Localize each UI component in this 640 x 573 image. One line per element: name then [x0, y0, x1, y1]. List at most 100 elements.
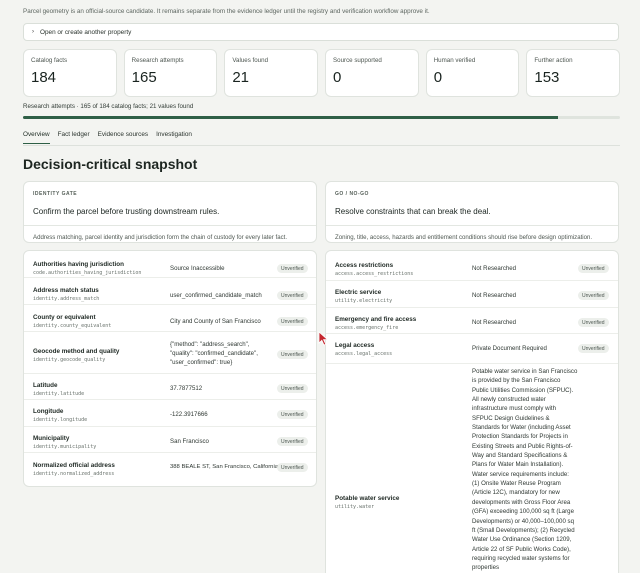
status-badge: Unverified	[277, 350, 308, 359]
page-title: Decision-critical snapshot	[23, 156, 198, 172]
fact-key: utility.water	[335, 504, 375, 510]
fact-label: Potable water service	[335, 495, 400, 502]
identity-facts-table: Authorities having jurisdiction code.aut…	[23, 250, 317, 487]
table-row[interactable]: County or equivalent identity.county_equ…	[24, 305, 316, 332]
gate-heading: Resolve constraints that can break the d…	[335, 207, 491, 216]
table-row[interactable]: Potable water service utility.water Pota…	[326, 364, 618, 573]
fact-value: 388 BEALE ST, San Francisco, California	[170, 464, 279, 470]
fact-value: -122.3917666	[170, 411, 208, 418]
stat-further-action: Further action 153	[526, 49, 621, 97]
progress-fill	[23, 116, 559, 119]
fact-value: Not Researched	[472, 292, 517, 299]
fact-key: identity.county_equivalent	[33, 323, 112, 329]
table-row[interactable]: Geocode method and quality identity.geoc…	[24, 332, 316, 374]
fact-label: Municipality	[33, 435, 70, 442]
fact-key: identity.latitude	[33, 391, 85, 397]
stat-label: Catalog facts	[31, 57, 68, 64]
fact-key: access.emergency_fire	[335, 325, 399, 331]
status-badge: Unverified	[277, 463, 308, 472]
identity-gate-card: IDENTITY GATE Confirm the parcel before …	[23, 181, 317, 243]
fact-value: 37.7877512	[170, 385, 203, 392]
fact-key: identity.municipality	[33, 444, 97, 450]
divider	[326, 225, 618, 226]
go-no-go-card: GO / NO-GO Resolve constraints that can …	[325, 181, 619, 243]
fact-value: user_confirmed_candidate_match	[170, 292, 262, 299]
status-badge: Unverified	[277, 264, 308, 273]
stat-value: 0	[333, 69, 342, 86]
tab-fact-ledger[interactable]: Fact ledger	[58, 131, 90, 144]
fact-label: Legal access	[335, 342, 375, 349]
fact-label: County or equivalent	[33, 314, 96, 321]
fact-key: identity.geocode_quality	[33, 357, 106, 363]
open-property-label: Open or create another property	[40, 28, 132, 36]
status-badge: Unverified	[578, 291, 609, 300]
fact-value: City and County of San Francisco	[170, 318, 261, 325]
stat-label: Further action	[534, 57, 573, 64]
fact-key: access.access_restrictions	[335, 271, 414, 277]
stat-value: 184	[31, 69, 57, 86]
fact-key: code.authorities_having_jurisdiction	[33, 270, 142, 276]
gate-heading: Confirm the parcel before trusting downs…	[33, 207, 220, 216]
status-badge: Unverified	[277, 410, 308, 419]
table-row[interactable]: Authorities having jurisdiction code.aut…	[24, 251, 316, 278]
stat-human-verified: Human verified 0	[425, 49, 520, 97]
fact-value: {"method": "address_search", "quality": …	[170, 341, 258, 367]
status-badge: Unverified	[277, 291, 308, 300]
status-badge: Unverified	[277, 384, 308, 393]
stat-source-supported: Source supported 0	[325, 49, 419, 97]
tab-evidence-sources[interactable]: Evidence sources	[98, 131, 148, 144]
table-row[interactable]: Normalized official address identity.nor…	[24, 453, 316, 486]
status-badge: Unverified	[277, 317, 308, 326]
gate-description: Zoning, title, access, hazards and entit…	[335, 234, 593, 241]
stat-values-found: Values found 21	[224, 49, 319, 97]
table-row[interactable]: Legal access access.legal_access Private…	[326, 334, 618, 364]
table-row[interactable]: Access restrictions access.access_restri…	[326, 251, 618, 281]
fact-value: Private Document Required	[472, 345, 547, 352]
tab-bar: Overview Fact ledger Evidence sources In…	[23, 131, 192, 144]
table-row[interactable]: Latitude identity.latitude 37.7877512 Un…	[24, 374, 316, 400]
stat-label: Source supported	[333, 57, 382, 64]
parcel-notice: Parcel geometry is an official-source ca…	[23, 8, 430, 15]
table-row[interactable]: Longitude identity.longitude -122.391766…	[24, 400, 316, 427]
fact-label: Latitude	[33, 382, 58, 389]
stat-value: 165	[131, 69, 157, 86]
gate-eyebrow: IDENTITY GATE	[33, 191, 78, 197]
status-badge: Unverified	[578, 318, 609, 327]
fact-key: utility.electricity	[335, 298, 393, 304]
stat-label: Values found	[232, 57, 269, 64]
gate-description: Address matching, parcel identity and ju…	[33, 234, 288, 241]
divider	[24, 225, 316, 226]
fact-label: Geocode method and quality	[33, 348, 120, 355]
progress-label: Research attempts · 165 of 184 catalog f…	[23, 103, 194, 110]
fact-value: Not Researched	[472, 265, 517, 272]
fact-value: Source Inaccessible	[170, 265, 225, 272]
fact-label: Authorities having jurisdiction	[33, 261, 124, 268]
research-progress-bar	[23, 116, 620, 119]
constraint-facts-table: Access restrictions access.access_restri…	[325, 250, 619, 573]
stat-research-attempts: Research attempts 165	[123, 49, 218, 97]
fact-key: access.legal_access	[335, 351, 393, 357]
stat-value: 0	[433, 69, 443, 86]
fact-label: Normalized official address	[33, 462, 115, 469]
fact-key: identity.longitude	[33, 417, 88, 423]
table-row[interactable]: Emergency and fire access access.emergen…	[326, 308, 618, 334]
stats-row: Catalog facts 184 Research attempts 165 …	[23, 49, 621, 97]
stat-label: Human verified	[433, 57, 476, 64]
table-row[interactable]: Address match status identity.address_ma…	[24, 278, 316, 305]
stat-catalog-facts: Catalog facts 184	[23, 49, 117, 97]
fact-label: Emergency and fire access	[335, 316, 417, 323]
stat-label: Research attempts	[131, 57, 184, 64]
stat-value: 21	[232, 69, 250, 86]
tab-overview[interactable]: Overview	[23, 131, 50, 144]
table-row[interactable]: Municipality identity.municipality San F…	[24, 427, 316, 453]
tab-investigation[interactable]: Investigation	[156, 131, 192, 144]
fact-label: Address match status	[33, 287, 99, 294]
status-badge: Unverified	[277, 437, 308, 446]
fact-key: identity.normalized_address	[33, 471, 115, 477]
table-row[interactable]: Electric service utility.electricity Not…	[326, 281, 618, 308]
fact-label: Access restrictions	[335, 262, 394, 269]
fact-label: Electric service	[335, 289, 382, 296]
open-property-toggle[interactable]: › Open or create another property	[23, 23, 619, 41]
fact-value: Not Researched	[472, 319, 517, 326]
tab-divider	[23, 145, 620, 146]
